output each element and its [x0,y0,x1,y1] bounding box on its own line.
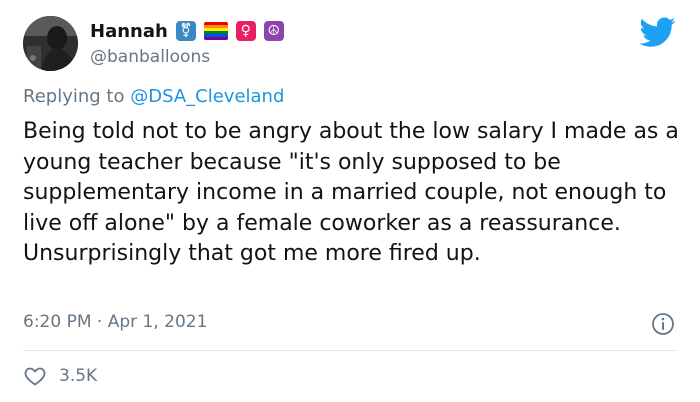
avatar[interactable] [23,16,78,71]
peace-symbol-icon: ☮ [263,21,284,41]
reply-context: Replying to @DSA_Cleveland [23,86,284,107]
female-sign-icon: ♀ [235,21,256,41]
tweet-text: Being told not to be angry about the low… [23,119,679,266]
name-row: Hannah ⚧ ♀ ☮ [90,17,284,45]
user-handle[interactable]: @banballoons [90,47,210,67]
divider [23,350,677,351]
heart-icon[interactable] [23,364,47,388]
avatar-photo [23,16,78,71]
twitter-bird-icon[interactable] [637,14,679,50]
reply-to-link[interactable]: @DSA_Cleveland [130,86,284,107]
tweet-card: Hannah ⚧ ♀ ☮ @banballoons Replying to @D… [0,0,700,402]
display-name[interactable]: Hannah [90,21,168,42]
trans-gender-symbol-icon: ⚧ [175,21,196,41]
reply-prefix: Replying to [23,86,125,107]
info-icon[interactable] [651,312,675,336]
like-action[interactable]: 3.5K [23,364,97,388]
like-count: 3.5K [59,366,98,386]
rainbow-flag-icon [203,22,228,40]
timestamp[interactable]: 6:20 PM · Apr 1, 2021 [23,312,207,332]
